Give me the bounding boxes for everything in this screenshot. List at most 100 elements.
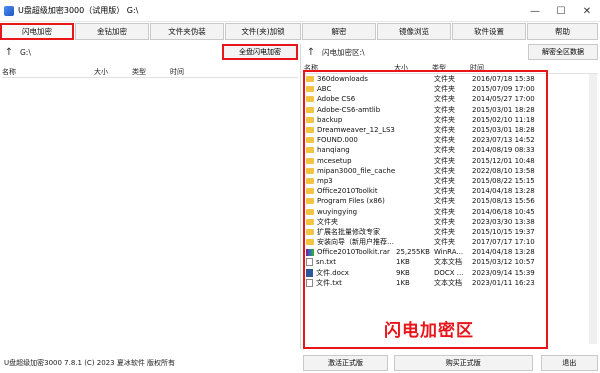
file-type: 文件夹 [434, 156, 455, 165]
file-type: WinRA... [434, 248, 464, 257]
file-name: ABC [317, 85, 332, 94]
left-col-name[interactable]: 名称 [2, 67, 94, 77]
file-time: 2015/07/09 17:00 [472, 85, 535, 94]
folder-icon [306, 127, 314, 134]
file-row[interactable]: wuyingying 文件夹 2014/06/18 10:45 [306, 206, 546, 216]
file-row[interactable]: mipan3000_file_cache 文件夹 2022/08/10 13:58 [306, 166, 546, 176]
folder-icon [306, 198, 314, 205]
left-col-size[interactable]: 大小 [94, 67, 132, 77]
file-name-cell: Office2010Toolkit.rar [306, 248, 396, 256]
file-name-cell: mp3 [306, 177, 396, 185]
file-time: 2014/04/18 13:28 [472, 248, 535, 257]
file-time: 2014/05/27 17:00 [472, 95, 535, 104]
file-row[interactable]: 360downloads 文件夹 2016/07/18 15:38 [306, 74, 546, 84]
right-scrollbar[interactable] [589, 74, 597, 344]
file-name-cell: mcesetup [306, 157, 396, 165]
file-type: 文件夹 [434, 126, 455, 135]
file-time: 2023/07/13 14:52 [472, 136, 535, 145]
txt-icon [306, 258, 313, 267]
file-time: 2015/03/12 10:57 [472, 258, 535, 267]
file-row[interactable]: Dreamweaver_12_LS3 文件夹 2015/03/01 18:28 [306, 125, 546, 135]
file-row[interactable]: Office2010Toolkit.rar 25,255KB WinRA... 201… [306, 247, 546, 257]
flash-encrypt-button[interactable]: 闪电加密 [0, 23, 74, 40]
help-button[interactable]: 帮助 [527, 23, 598, 40]
file-name: backup [317, 115, 343, 124]
file-row[interactable]: 文件夹 文件夹 2023/03/30 13:38 [306, 217, 546, 227]
decrypt-all-zone-button[interactable]: 解密全区数据 [528, 44, 598, 60]
file-row[interactable]: mp3 文件夹 2015/08/22 15:15 [306, 176, 546, 186]
title-bar: U盘超级加密3000（试用版） G:\ — ☐ ✕ [0, 0, 600, 22]
file-name-cell: 扩展名批量修改专家 [306, 227, 396, 237]
copyright-text: U盘超级加密3000 7.8.1 (C) 2023 夏冰软件 版权所有 [4, 358, 176, 367]
folder-icon [306, 157, 314, 164]
file-row[interactable]: mcesetup 文件夹 2015/12/01 10:48 [306, 156, 546, 166]
file-name-cell: Office2010Toolkit [306, 187, 396, 195]
file-name: Dreamweaver_12_LS3 [317, 126, 395, 135]
right-up-arrow-icon[interactable]: ↑ [304, 46, 318, 60]
file-time: 2015/08/13 15:56 [472, 197, 535, 206]
file-row[interactable]: ABC 文件夹 2015/07/09 17:00 [306, 84, 546, 94]
file-row[interactable]: Office2010Toolkit 文件夹 2014/04/18 13:28 [306, 186, 546, 196]
file-row[interactable]: 安装向导（新用户推荐… 文件夹 2017/07/17 17:10 [306, 237, 546, 247]
left-up-arrow-icon[interactable]: ↑ [2, 46, 16, 60]
file-row[interactable]: hanqiang 文件夹 2014/08/19 08:33 [306, 145, 546, 155]
file-row[interactable]: Program Files (x86) 文件夹 2015/08/13 15:56 [306, 196, 546, 206]
file-time: 2015/02/10 11:18 [472, 115, 535, 124]
encrypt-whole-disk-button[interactable]: 全盘闪电加密 [222, 44, 298, 60]
file-name: Office2010Toolkit [317, 187, 378, 196]
file-row[interactable]: Adobe CS6 文件夹 2014/05/27 17:00 [306, 94, 546, 104]
app-logo-icon [4, 5, 14, 16]
file-row[interactable]: 文件.docx 9KB DOCX ... 2023/09/14 15:39 [306, 268, 546, 278]
file-row[interactable]: 扩展名批量修改专家 文件夹 2015/10/15 19:37 [306, 227, 546, 237]
activate-button[interactable]: 激活正式版 [302, 354, 389, 371]
file-time: 2015/12/01 10:48 [472, 156, 535, 165]
file-name-cell: backup [306, 116, 396, 124]
maximize-button[interactable]: ☐ [548, 0, 574, 22]
file-type: 文件夹 [434, 207, 455, 216]
file-name: hanqiang [317, 146, 350, 155]
folder-icon [306, 239, 314, 246]
file-name-cell: 文件.docx [306, 268, 396, 278]
file-name-cell: ABC [306, 85, 396, 93]
left-file-list[interactable] [2, 80, 298, 348]
folder-icon [306, 86, 314, 93]
file-row[interactable]: backup 文件夹 2015/02/10 11:18 [306, 115, 546, 125]
folder-icon [306, 167, 314, 174]
file-name: Office2010Toolkit.rar [317, 248, 390, 257]
diamond-encrypt-button[interactable]: 金钻加密 [75, 23, 149, 40]
image-browse-button[interactable]: 镜像浏览 [377, 23, 451, 40]
folder-icon [306, 76, 314, 83]
pane-divider[interactable] [300, 44, 301, 349]
file-time: 2015/03/01 18:28 [472, 126, 535, 135]
file-name: 文件夹 [317, 217, 338, 226]
file-type: 文件夹 [434, 238, 455, 247]
main-toolbar: 闪电加密 金钻加密 文件夹伪装 文件(夹)加锁 解密 镜像浏览 软件设置 帮助 [0, 23, 600, 41]
settings-button[interactable]: 软件设置 [452, 23, 526, 40]
file-type: 文件夹 [434, 197, 455, 206]
decrypt-button[interactable]: 解密 [302, 23, 376, 40]
file-name-cell: mipan3000_file_cache [306, 167, 396, 175]
left-col-type[interactable]: 类型 [132, 67, 170, 77]
folder-disguise-button[interactable]: 文件夹伪装 [150, 23, 224, 40]
right-path: 闪电加密区:\ [322, 48, 365, 57]
window-controls: — ☐ ✕ [522, 0, 600, 22]
file-size: 25,255KB [396, 248, 430, 257]
file-row[interactable]: sn.txt 1KB 文本文档 2015/03/12 10:57 [306, 257, 546, 267]
minimize-button[interactable]: — [522, 0, 548, 22]
file-name-cell: 文件.txt [306, 278, 396, 288]
file-time: 2014/08/19 08:33 [472, 146, 535, 155]
folder-icon [306, 147, 314, 154]
file-name-cell: wuyingying [306, 208, 396, 216]
left-col-time[interactable]: 时间 [170, 67, 230, 77]
rar-icon [306, 248, 314, 256]
file-name-cell: sn.txt [306, 258, 396, 267]
file-time: 2015/08/22 15:15 [472, 176, 535, 185]
file-row[interactable]: FOUND.000 文件夹 2023/07/13 14:52 [306, 135, 546, 145]
file-row[interactable]: Adobe-CS6-amtlib 文件夹 2015/03/01 18:28 [306, 105, 546, 115]
close-button[interactable]: ✕ [574, 0, 600, 22]
lock-files-button[interactable]: 文件(夹)加锁 [225, 23, 301, 40]
file-row[interactable]: 文件.txt 1KB 文本文档 2023/01/11 16:23 [306, 278, 546, 288]
file-type: 文件夹 [434, 176, 455, 185]
buy-button[interactable]: 购买正式版 [394, 354, 533, 371]
exit-button[interactable]: 退出 [540, 354, 598, 371]
